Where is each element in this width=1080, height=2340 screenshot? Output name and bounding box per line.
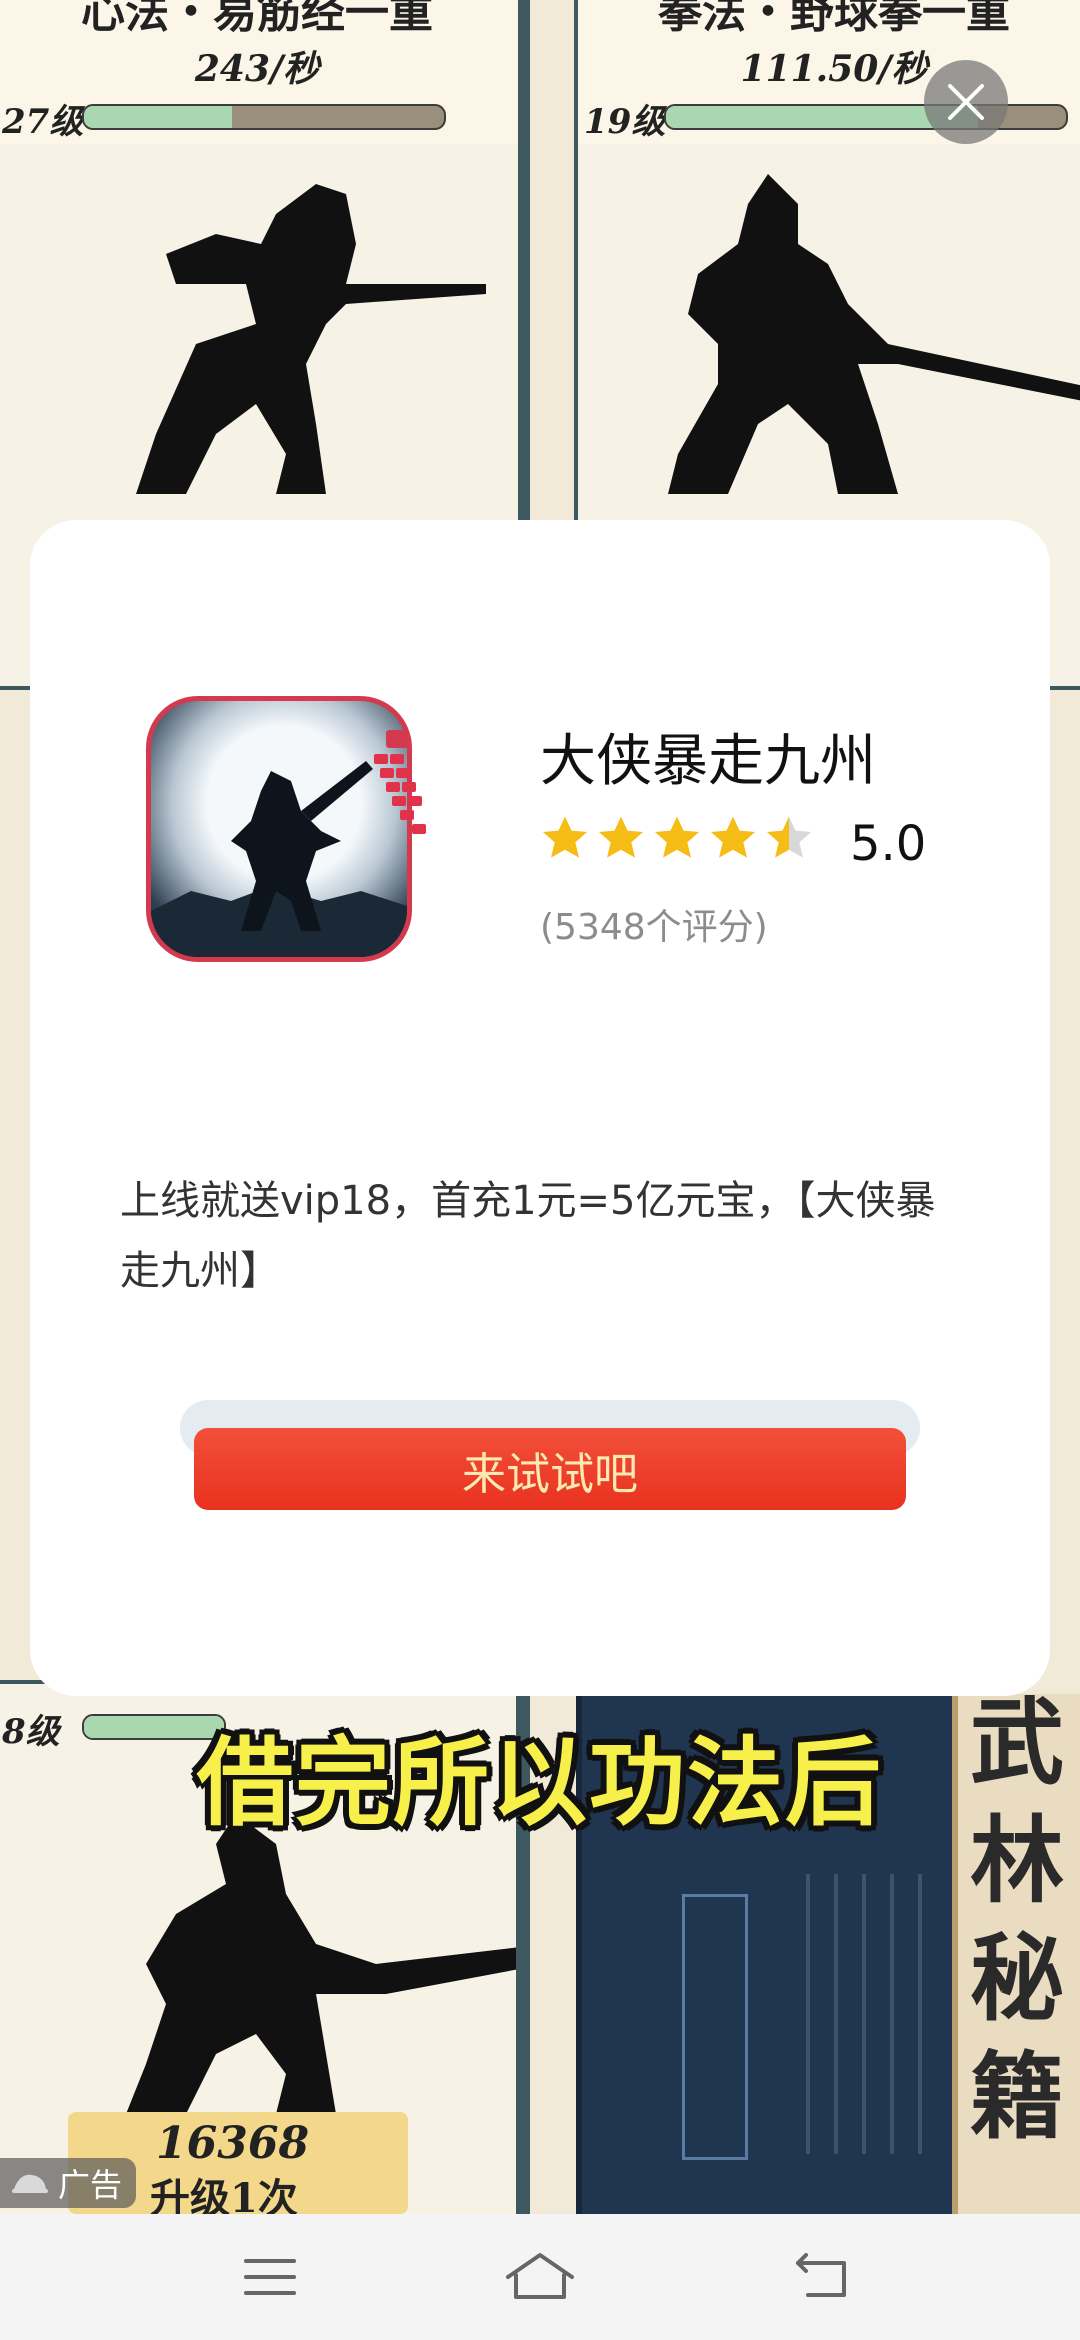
rating-score: 5.0 (850, 816, 927, 872)
level-progress-bar (82, 104, 446, 130)
warrior-silhouette (136, 184, 486, 494)
close-icon (948, 84, 984, 120)
warrior-moon-icon (151, 761, 407, 957)
book-frame (682, 1894, 748, 2160)
ad-description: 上线就送vip18，首充1元=5亿元宝，【大侠暴走九州】 (120, 1178, 936, 1294)
warrior-silhouette (668, 174, 1080, 494)
firecracker-icon (374, 730, 426, 834)
skill-level: 27级 (2, 102, 84, 142)
skill-rate: 111.50/秒 (740, 48, 928, 90)
skill-level: 19级 (584, 102, 666, 142)
skill-title: 拳法・野球拳一重 (658, 0, 1010, 38)
rating-count: (5348个评分) (540, 907, 768, 948)
ad-dialog[interactable]: 大侠暴走九州 5.0 (5348个评分) 上线就送vip18，首充1元=5亿元宝… (30, 520, 1050, 1696)
star-icon (542, 816, 588, 858)
home-icon (506, 2253, 574, 2299)
skill-title: 心法・易筋经一重 (81, 0, 433, 38)
warrior-silhouette (126, 1814, 516, 2114)
video-subtitle: 借完所以功法后 (197, 1727, 883, 1839)
ad-badge: 广告 (0, 2158, 137, 2208)
star-icon (598, 816, 644, 858)
ad-badge-label: 广告 (58, 2166, 123, 2204)
close-ad-button[interactable] (924, 60, 1008, 144)
star-icon (654, 816, 700, 858)
back-icon (796, 2253, 846, 2297)
half-star-icon (766, 816, 812, 858)
rating-stars (538, 812, 816, 866)
book-text-block (782, 1874, 932, 2154)
upgrade-cost: 16368 (156, 2118, 310, 2169)
home-button[interactable] (500, 2244, 580, 2310)
ad-logo-icon (12, 2174, 48, 2193)
upgrade-label: 升级1次 (150, 2175, 298, 2214)
back-button[interactable] (782, 2244, 862, 2310)
app-name: 大侠暴走九州 (540, 729, 876, 794)
skill-rate: 243/秒 (194, 48, 320, 90)
try-it-button[interactable]: 来试试吧 (180, 1400, 920, 1520)
system-navigation-bar (0, 2214, 1080, 2340)
star-icon (710, 816, 756, 858)
cta-label: 来试试吧 (462, 1449, 638, 1500)
menu-button[interactable] (230, 2244, 310, 2310)
menu-icon (244, 2259, 296, 2295)
